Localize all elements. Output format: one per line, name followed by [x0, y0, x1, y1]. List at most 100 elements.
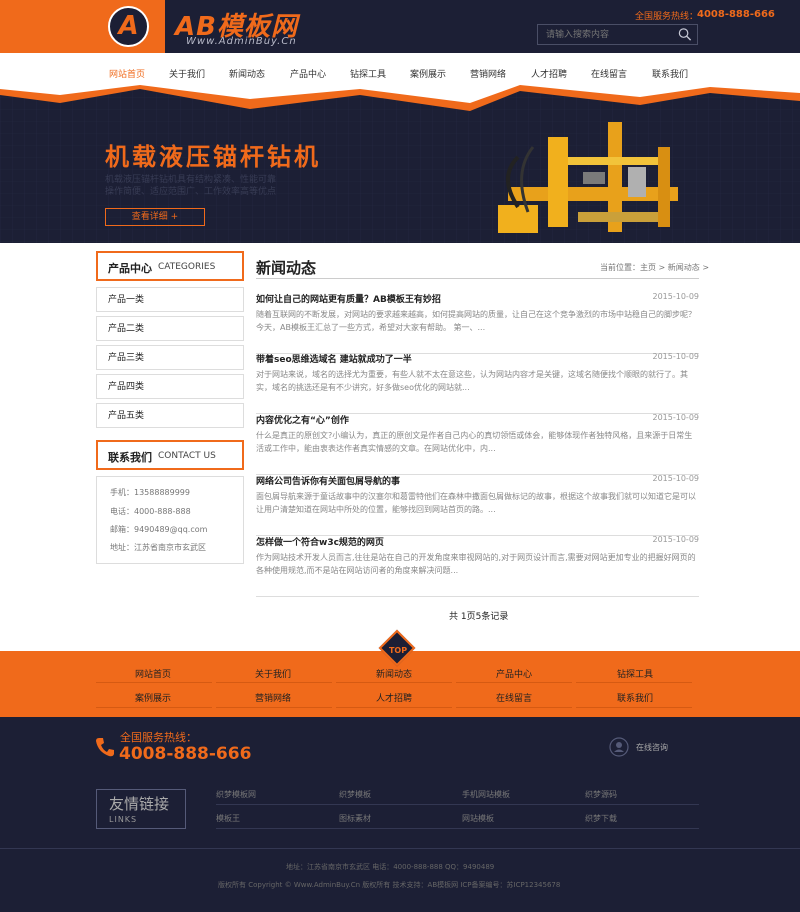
footer-nav-divider: [456, 707, 572, 708]
news-item-summary: 随着互联网的不断发展，对网站的要求越来越高，如何提高网站的质量，让自己在这个竞争…: [256, 310, 696, 332]
footer-nav-products[interactable]: 产品中心: [496, 667, 532, 680]
news-section-title: 新闻动态: [256, 259, 317, 277]
footer-nav-message[interactable]: 在线留言: [496, 691, 532, 704]
news-item: 怎样做一个符合w3c规范的网页 2015-10-09 作为网站技术开发人员而言,…: [256, 535, 699, 597]
news-item-title[interactable]: 如何让自己的网站更有质量？AB模板王有妙招: [256, 292, 441, 305]
footer-nav-divider: [576, 682, 692, 683]
nav-item-jobs[interactable]: 人才招聘: [531, 67, 567, 80]
hotline-number: 4008-888-666: [696, 9, 775, 20]
nav-item-cases[interactable]: 案例展示: [410, 67, 446, 80]
friend-link[interactable]: 织梦模板: [339, 789, 371, 800]
banner-detail-button[interactable]: 查看详细 +: [105, 208, 205, 226]
news-item: 内容优化之有“心”创作 2015-10-09 什么是真正的原创文?小编认为，真正…: [256, 413, 699, 475]
nav-item-message[interactable]: 在线留言: [591, 67, 627, 80]
news-item-title[interactable]: 网络公司告诉你有关面包屑导航的事: [256, 474, 400, 487]
footer-copyright: 版权所有 Copyright © Www.AdminBuy.Cn 版权所有 技术…: [218, 881, 561, 889]
friend-link[interactable]: 网站模板: [462, 813, 494, 824]
friend-link[interactable]: 织梦下载: [585, 813, 617, 824]
search-input[interactable]: [538, 25, 668, 44]
links-divider: [216, 804, 699, 805]
friend-links-heading: 友情链接 LINKS: [96, 789, 186, 829]
nav-item-contact[interactable]: 联系我们: [652, 67, 688, 80]
news-item-summary: 什么是真正的原创文?小编认为，真正的原创文是作者自己内心的真切领悟或体会，能够体…: [256, 431, 693, 453]
copyright-divider: [0, 848, 800, 849]
friend-link[interactable]: 图标素材: [339, 813, 371, 824]
footer-address: 地址：江苏省南京市玄武区 电话：4000-888-888 QQ：9490489: [286, 863, 495, 871]
footer-nav-divider: [456, 682, 572, 683]
news-item-date: 2015-10-09: [652, 413, 700, 422]
back-to-top-label[interactable]: TOP: [388, 646, 408, 655]
footer-nav-divider: [336, 707, 452, 708]
news-divider: [256, 278, 699, 279]
search-box: [537, 24, 698, 45]
contact-heading-en: CONTACT US: [158, 451, 216, 461]
products-heading-cn: 产品中心: [108, 262, 152, 275]
nav-item-network[interactable]: 营销网络: [470, 67, 506, 80]
footer-hotline-number: 4008-888-666: [119, 744, 252, 764]
contact-mobile: 手机：13588889999: [110, 488, 190, 497]
logo-icon[interactable]: A: [108, 6, 149, 47]
products-heading-en: CATEGORIES: [158, 262, 216, 272]
category-item-4[interactable]: 产品四类: [96, 374, 244, 399]
footer-nav-divider: [216, 707, 332, 708]
pagination-info: 共 1页5条记录: [449, 612, 509, 622]
friend-link[interactable]: 织梦源码: [585, 789, 617, 800]
news-item-title[interactable]: 内容优化之有“心”创作: [256, 413, 349, 426]
links-divider: [216, 828, 699, 829]
chat-icon: [609, 737, 629, 757]
category-item-1[interactable]: 产品一类: [96, 287, 244, 312]
nav-item-news[interactable]: 新闻动态: [229, 67, 265, 80]
footer-nav-tools[interactable]: 钻探工具: [617, 667, 653, 680]
news-item-summary: 作为网站技术开发人员而言,往往是站在自己的开发角度来审视网站的,对于网页设计而言…: [256, 553, 696, 575]
footer-nav-contact[interactable]: 联系我们: [617, 691, 653, 704]
footer-nav-divider: [96, 707, 212, 708]
footer-nav-news[interactable]: 新闻动态: [376, 667, 412, 680]
footer-nav-about[interactable]: 关于我们: [255, 667, 291, 680]
category-item-2[interactable]: 产品二类: [96, 316, 244, 341]
banner-desc-2: 操作简便、适应范围广、工作效率高等优点: [105, 187, 277, 197]
banner-title: 机载液压锚杆钻机: [105, 143, 321, 171]
news-item-summary: 面包屑导航来源于童话故事中的汉塞尔和葛雷特他们在森林中撒面包屑做标记的故事，根据…: [256, 492, 696, 514]
footer-nav-cases[interactable]: 案例展示: [135, 691, 171, 704]
contact-address: 地址：江苏省南京市玄武区: [110, 543, 206, 552]
links-heading-en: LINKS: [109, 815, 138, 824]
contact-heading: 联系我们 CONTACT US: [96, 440, 244, 470]
search-icon[interactable]: [677, 27, 693, 42]
news-item-title[interactable]: 怎样做一个符合w3c规范的网页: [256, 535, 384, 548]
footer-nav-divider: [96, 682, 212, 683]
news-item: 如何让自己的网站更有质量？AB模板王有妙招 2015-10-09 随着互联网的不…: [256, 292, 699, 354]
header: A AB模板网 Www.AdminBuy.Cn 全国服务热线： 4008-888-…: [0, 0, 800, 53]
friend-link[interactable]: 织梦模板网: [216, 789, 256, 800]
nav-item-about[interactable]: 关于我们: [169, 67, 205, 80]
hotline-label: 全国服务热线：: [634, 12, 698, 22]
news-item-title[interactable]: 带着seo思维选域名 建站就成功了一半: [256, 352, 412, 365]
news-item-date: 2015-10-09: [652, 352, 700, 361]
nav-item-products[interactable]: 产品中心: [290, 67, 326, 80]
news-item: 带着seo思维选域名 建站就成功了一半 2015-10-09 对于网站来说，域名…: [256, 352, 699, 414]
breadcrumb[interactable]: 当前位置：主页 > 新闻动态 >: [600, 262, 709, 273]
friend-link[interactable]: 手机网站模板: [462, 789, 510, 800]
news-item-date: 2015-10-09: [652, 474, 700, 483]
banner[interactable]: 机载液压锚杆钻机 机载液压锚杆钻机具有结构紧凑、性能可靠 操作简便、适应范围广、…: [0, 85, 800, 243]
logo-subtitle: Www.AdminBuy.Cn: [186, 36, 297, 47]
products-heading: 产品中心 CATEGORIES: [96, 251, 244, 281]
category-item-5[interactable]: 产品五类: [96, 403, 244, 428]
links-heading-cn: 友情链接: [109, 795, 170, 813]
drill-machine-image: [498, 122, 678, 233]
online-consult-button[interactable]: 在线咨询: [609, 737, 699, 757]
nav-item-tools[interactable]: 钻探工具: [350, 67, 386, 80]
news-item: 网络公司告诉你有关面包屑导航的事 2015-10-09 面包屑导航来源于童话故事…: [256, 474, 699, 536]
contact-heading-cn: 联系我们: [108, 451, 152, 464]
online-consult-label: 在线咨询: [636, 743, 668, 752]
nav-item-home[interactable]: 网站首页: [109, 67, 145, 80]
news-item-date: 2015-10-09: [652, 292, 700, 301]
footer-nav-home[interactable]: 网站首页: [135, 667, 171, 680]
footer-nav-jobs[interactable]: 人才招聘: [376, 691, 412, 704]
contact-phone: 电话：4000-888-888: [110, 507, 191, 516]
footer-hotline-label: 全国服务热线：: [120, 731, 197, 744]
footer-nav-network[interactable]: 营销网络: [255, 691, 291, 704]
friend-link[interactable]: 模板王: [216, 813, 240, 824]
contact-box: 手机：13588889999 电话：4000-888-888 邮箱：949048…: [96, 476, 244, 564]
footer-nav-divider: [216, 682, 332, 683]
category-item-3[interactable]: 产品三类: [96, 345, 244, 370]
